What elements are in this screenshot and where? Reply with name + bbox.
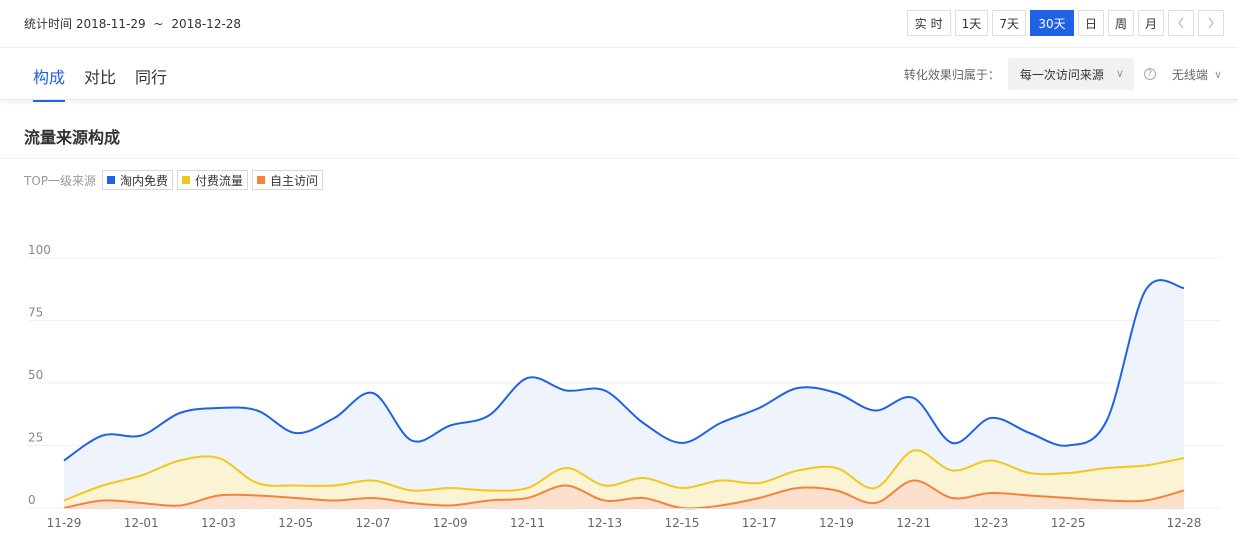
x-tick-label: 12-05 — [278, 516, 313, 530]
x-tick-label: 12-25 — [1051, 516, 1086, 530]
x-tick-label: 12-23 — [973, 516, 1008, 530]
y-tick-label: 50 — [28, 368, 43, 382]
x-tick-label: 12-19 — [819, 516, 854, 530]
traffic-area-chart: 0 25 50 75 100 11-29 12-01 12-03 12-05 12-07 12-09… — [28, 243, 1222, 530]
y-tick-label: 0 — [28, 493, 36, 507]
x-tick-label: 12-11 — [510, 516, 545, 530]
x-tick-label: 12-15 — [664, 516, 699, 530]
y-tick-label: 100 — [28, 243, 51, 257]
x-tick-label: 12-07 — [356, 516, 391, 530]
y-tick-label: 75 — [28, 306, 43, 320]
x-tick-label: 12-13 — [587, 516, 622, 530]
x-tick-label: 12-09 — [433, 516, 468, 530]
x-tick-label: 11-29 — [47, 516, 82, 530]
x-tick-label: 12-21 — [896, 516, 931, 530]
y-tick-label: 25 — [28, 431, 43, 445]
x-tick-label: 12-28 — [1167, 516, 1202, 530]
x-tick-label: 12-03 — [201, 516, 236, 530]
x-tick-label: 12-01 — [124, 516, 159, 530]
x-tick-label: 12-17 — [742, 516, 777, 530]
